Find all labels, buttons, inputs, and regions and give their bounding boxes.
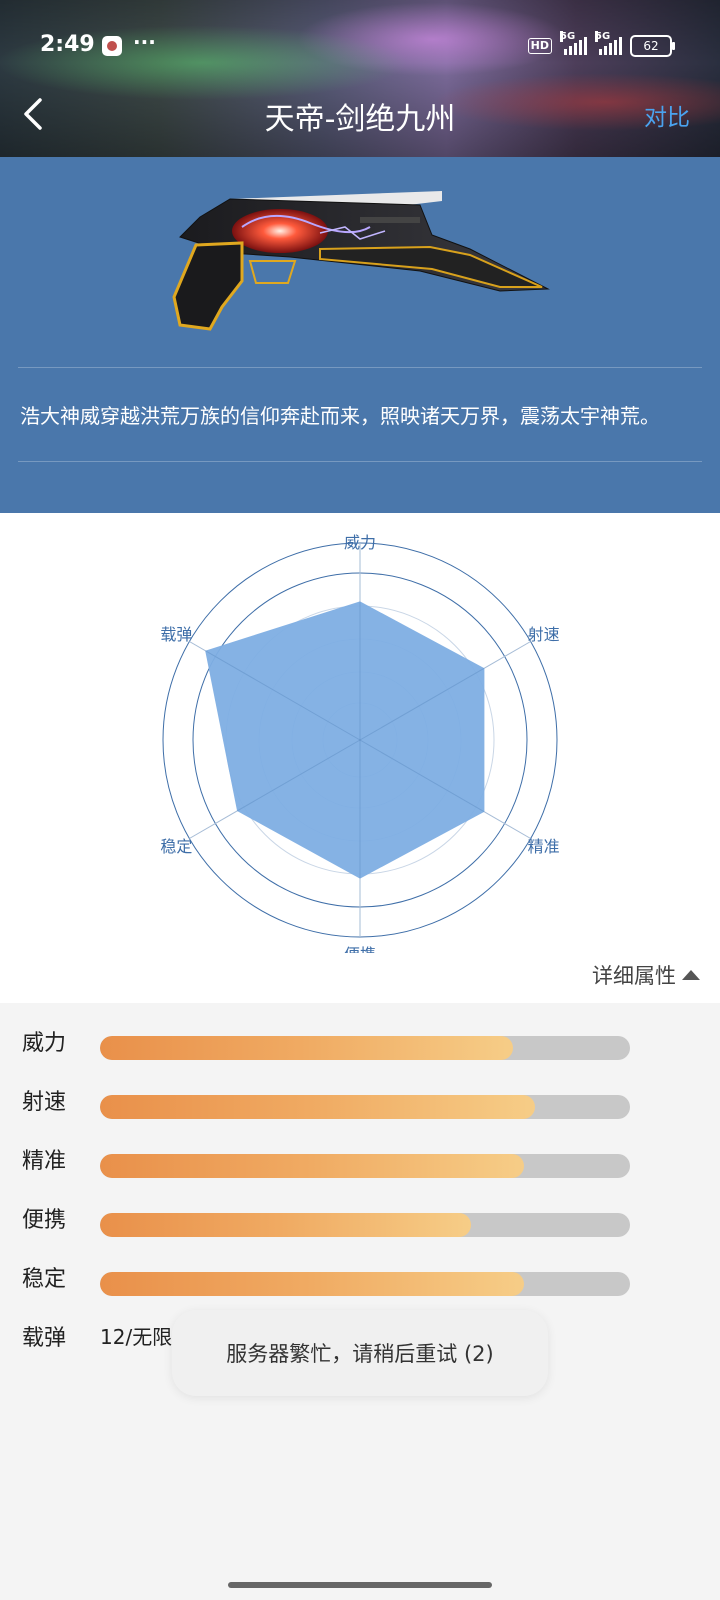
stat-label: 威力 [22, 1031, 67, 1056]
stat-row-stability: 稳定 [0, 1257, 720, 1297]
stat-bar-fill [100, 1272, 524, 1296]
radar-chart-panel: 威力射速精准便携 稳定 载弹 详细属性 [0, 513, 720, 1003]
signal-icon: 5G [560, 31, 587, 55]
detail-attributes-toggle[interactable]: 详细属性 [592, 960, 700, 990]
stats-list: 威力 射速 精准 便携 稳定 载弹 12/无限 [0, 1003, 720, 1563]
stat-label: 稳定 [22, 1267, 67, 1292]
stat-bar-track [100, 1036, 630, 1060]
header-banner: 2:49 ··· HD 5G 5G 62 天帝-剑绝九州 对比 [0, 0, 720, 157]
page-title: 天帝-剑绝九州 [264, 102, 456, 137]
stat-bar-fill [100, 1154, 524, 1178]
stat-bar-fill [100, 1213, 471, 1237]
stat-row-accuracy: 精准 [0, 1139, 720, 1179]
radar-value-area [205, 601, 485, 879]
radar-axis-label: 精准 [528, 837, 560, 856]
stat-bar-track [100, 1213, 630, 1237]
divider [18, 461, 702, 462]
radar-axis-label: 射速 [528, 625, 560, 644]
signal-icon: 5G [595, 31, 622, 55]
stat-label: 射速 [22, 1090, 67, 1115]
radar-axis-label: 载弹 [160, 625, 192, 644]
app-notification-icon [102, 36, 122, 56]
stat-label: 精准 [22, 1149, 67, 1174]
radar-axis-label: 稳定 [160, 837, 192, 856]
more-notifications-icon: ··· [133, 30, 156, 54]
back-arrow-icon[interactable] [18, 96, 54, 132]
ammo-value: 12/无限 [100, 1325, 173, 1349]
stat-bar-fill [100, 1036, 514, 1060]
weapon-image [172, 191, 550, 331]
weapon-info-panel: 浩大神威穿越洪荒万族的信仰奔赴而来，照映诸天万界，震荡太宇神荒。 [0, 157, 720, 513]
collapse-arrow-icon [682, 970, 700, 980]
compare-button[interactable]: 对比 [644, 98, 690, 132]
stat-row-power: 威力 [0, 1021, 720, 1061]
stat-bar-track [100, 1095, 630, 1119]
radar-chart: 威力射速精准便携 稳定 载弹 [160, 533, 560, 953]
home-indicator[interactable] [228, 1582, 492, 1588]
error-toast: 服务器繁忙，请稍后重试 (2) [172, 1310, 548, 1396]
status-indicators: HD 5G 5G 62 [527, 31, 675, 58]
battery-icon: 62 [630, 35, 675, 57]
stat-row-portability: 便携 [0, 1198, 720, 1238]
ammo-label: 载弹 [22, 1326, 67, 1351]
radar-axis-label: 威力 [344, 533, 376, 552]
radar-axis-label: 便携 [344, 945, 376, 953]
status-time: 2:49 [40, 32, 95, 57]
weapon-description: 浩大神威穿越洪荒万族的信仰奔赴而来，照映诸天万界，震荡太宇神荒。 [20, 404, 660, 428]
stat-bar-track [100, 1154, 630, 1178]
stat-bar-fill [100, 1095, 535, 1119]
stat-row-fire-rate: 射速 [0, 1080, 720, 1120]
status-bar: 2:49 ··· HD 5G 5G 62 [0, 28, 720, 64]
stat-label: 便携 [22, 1208, 67, 1233]
stat-bar-track [100, 1272, 630, 1296]
hd-icon: HD [527, 38, 552, 54]
divider [18, 367, 702, 368]
detail-attributes-label: 详细属性 [592, 964, 676, 988]
toast-message: 服务器繁忙，请稍后重试 (2) [226, 1342, 494, 1366]
